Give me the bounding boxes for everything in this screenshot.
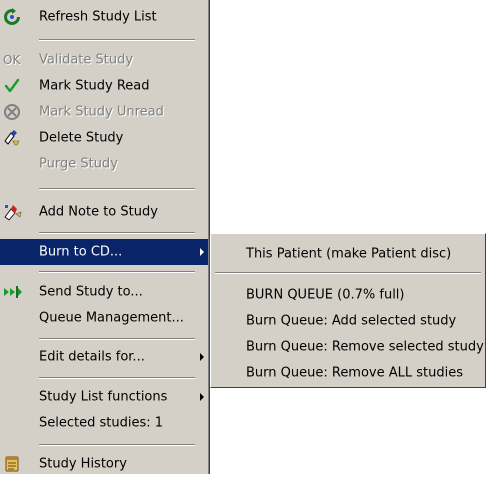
menu-item-label: Refresh Study List — [39, 9, 157, 25]
menu-separator — [39, 271, 195, 273]
submenu-item-label: Burn Queue: Remove selected study — [246, 339, 484, 355]
menu-item-label: Burn to CD... — [39, 244, 123, 260]
menu-separator — [39, 188, 195, 190]
menu-item-label: Validate Study — [39, 52, 134, 68]
menu-item-purge-study[interactable]: Purge Study — [0, 151, 208, 177]
menu-separator — [39, 377, 195, 379]
burn-to-cd-submenu: This Patient (make Patient disc) BURN QU… — [210, 233, 486, 388]
menu-item-mark-study-read[interactable]: Mark Study Read — [0, 73, 208, 99]
menu-item-selected-studies[interactable]: Selected studies: 1 — [0, 410, 208, 436]
menu-item-label: Study List functions — [39, 389, 168, 405]
menu-separator — [39, 232, 195, 234]
menu-item-delete-study[interactable]: Delete Study — [0, 125, 208, 151]
submenu-item-label: Burn Queue: Remove ALL studies — [246, 365, 464, 381]
menu-item-add-note-to-study[interactable]: Add Note to Study — [0, 199, 208, 225]
menu-item-mark-study-unread[interactable]: Mark Study Unread — [0, 99, 208, 125]
menu-item-label: Purge Study — [39, 156, 118, 172]
menu-item-label: Edit details for... — [39, 349, 145, 365]
checkmark-icon — [3, 77, 31, 95]
submenu-item-burn-queue[interactable]: BURN QUEUE (0.7% full) — [211, 282, 485, 308]
note-icon — [3, 203, 31, 221]
menu-separator — [215, 272, 481, 274]
menu-item-label: Selected studies: 1 — [39, 415, 164, 431]
menu-separator — [39, 39, 195, 41]
send-icon — [3, 283, 31, 301]
submenu-item-remove-selected-study[interactable]: Burn Queue: Remove selected study — [211, 334, 485, 360]
refresh-icon — [3, 8, 31, 26]
menu-item-label: Mark Study Unread — [39, 104, 164, 120]
menu-item-label: Queue Management... — [39, 310, 184, 326]
unread-icon — [3, 103, 31, 121]
submenu-item-this-patient[interactable]: This Patient (make Patient disc) — [211, 241, 485, 267]
menu-item-refresh-study-list[interactable]: Refresh Study List — [0, 4, 208, 30]
submenu-arrow-icon — [200, 393, 204, 401]
menu-separator — [39, 444, 195, 446]
context-menu: Refresh Study List OK Validate Study Mar… — [0, 0, 210, 474]
ok-icon: OK — [3, 53, 21, 67]
submenu-item-label: Burn Queue: Add selected study — [246, 313, 457, 329]
delete-icon — [3, 129, 31, 147]
menu-item-study-list-functions[interactable]: Study List functions — [0, 384, 208, 410]
menu-item-validate-study[interactable]: OK Validate Study — [0, 47, 208, 73]
submenu-item-add-selected-study[interactable]: Burn Queue: Add selected study — [211, 308, 485, 334]
submenu-item-label: BURN QUEUE (0.7% full) — [246, 287, 405, 303]
menu-item-label: Mark Study Read — [39, 78, 150, 94]
menu-item-label: Delete Study — [39, 130, 124, 146]
submenu-item-label: This Patient (make Patient disc) — [246, 246, 452, 262]
menu-item-label: Add Note to Study — [39, 204, 158, 220]
submenu-arrow-icon — [200, 248, 204, 256]
menu-item-queue-management[interactable]: Queue Management... — [0, 305, 208, 331]
menu-item-study-history[interactable]: Study History — [0, 451, 208, 477]
menu-item-send-study-to[interactable]: Send Study to... — [0, 279, 208, 305]
menu-item-label: Study History — [39, 456, 127, 472]
menu-item-burn-to-cd[interactable]: Burn to CD... — [0, 239, 208, 265]
history-icon — [3, 455, 31, 473]
menu-separator — [39, 338, 195, 340]
menu-item-label: Send Study to... — [39, 284, 143, 300]
submenu-arrow-icon — [200, 353, 204, 361]
menu-item-edit-details-for[interactable]: Edit details for... — [0, 344, 208, 370]
submenu-item-remove-all-studies[interactable]: Burn Queue: Remove ALL studies — [211, 360, 485, 386]
